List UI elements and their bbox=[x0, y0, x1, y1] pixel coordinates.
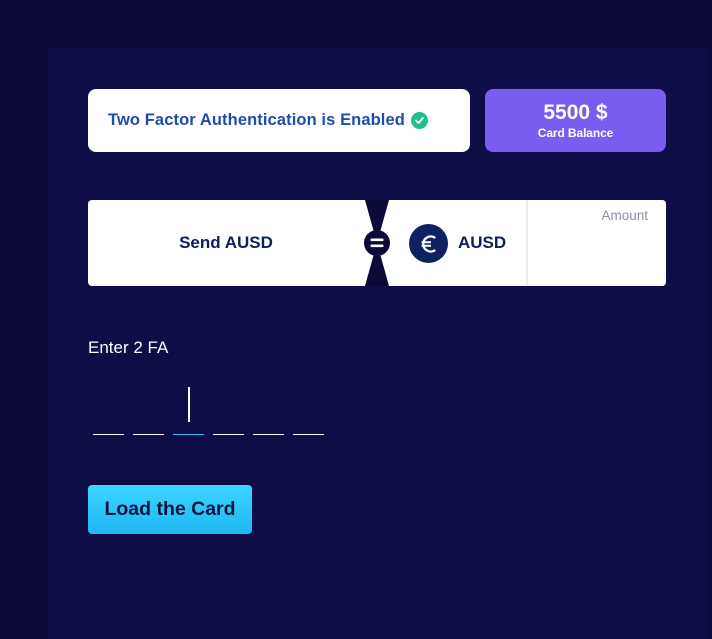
otp-digit-6[interactable] bbox=[293, 385, 324, 435]
otp-digit-4[interactable] bbox=[213, 385, 244, 435]
card-balance: 5500 $ Card Balance bbox=[485, 89, 666, 152]
twofa-status-card: Two Factor Authentication is Enabled bbox=[88, 89, 470, 152]
twofa-status-text: Two Factor Authentication is Enabled bbox=[108, 111, 405, 129]
amount-placeholder: Amount bbox=[601, 208, 648, 223]
balance-label: Card Balance bbox=[537, 125, 614, 140]
send-row: Send AUSD AUSD Amount bbox=[88, 200, 666, 286]
otp-digit-2[interactable] bbox=[133, 385, 164, 435]
check-circle-icon bbox=[410, 112, 428, 129]
text-caret bbox=[188, 387, 190, 422]
load-card-button[interactable]: Load the Card bbox=[88, 485, 252, 534]
otp-digit-1[interactable] bbox=[93, 385, 124, 435]
equals-divider-icon bbox=[364, 200, 390, 286]
twofa-input-label: Enter 2 FA bbox=[88, 338, 169, 357]
otp-digit-5[interactable] bbox=[253, 385, 284, 435]
send-label: Send AUSD bbox=[179, 233, 273, 252]
euro-icon bbox=[409, 224, 448, 263]
balance-amount: 5500 $ bbox=[543, 100, 608, 124]
currency-label: AUSD bbox=[458, 233, 507, 252]
